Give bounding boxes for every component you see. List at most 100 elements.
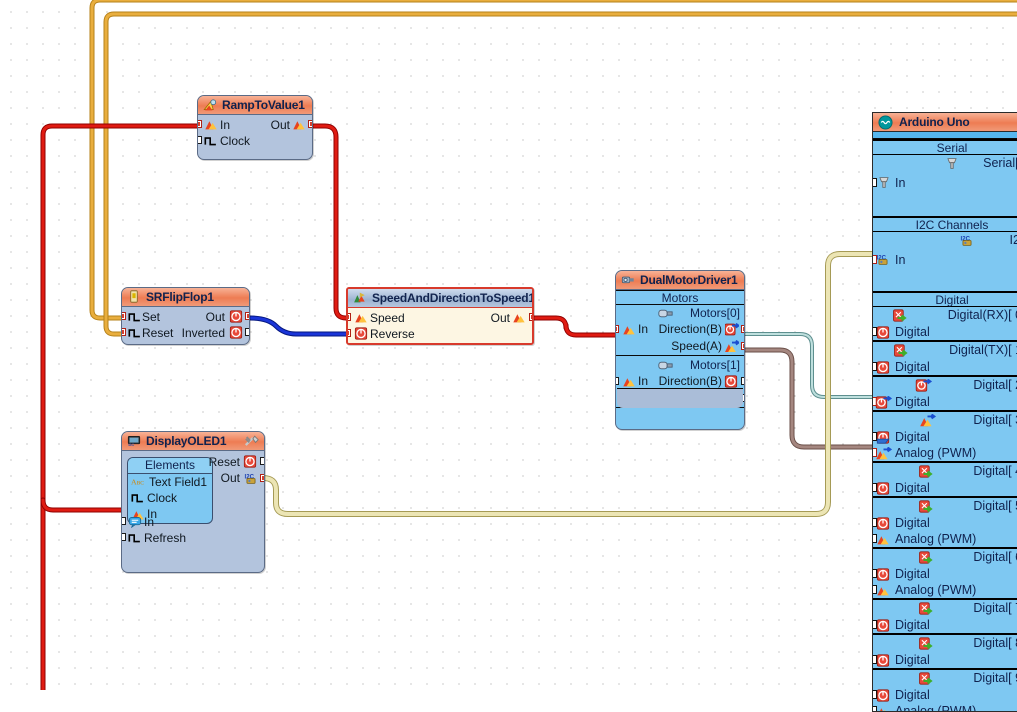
clock-pulse-icon xyxy=(204,137,216,146)
node-title-displayoled1[interactable]: I2C DisplayOLED1 xyxy=(122,432,264,451)
digital-out-icon xyxy=(875,396,892,409)
node-srflipflop1[interactable]: SRFlipFlop1 Set Out Reset Inverted xyxy=(121,287,250,345)
pin-row-digital-6: Digital xyxy=(873,566,1017,582)
group-name: Digital[ 9 ] xyxy=(973,671,1017,685)
group-digital-2: Digital[ 2 ] Digital xyxy=(873,375,1017,410)
pin-motor1-direction[interactable] xyxy=(741,377,744,385)
node-dualmotordriver1[interactable]: DualMotorDriver1 Motors Motors[0] In Dir… xyxy=(615,270,745,430)
digital-icon xyxy=(876,361,890,374)
group-title-digital-2: Digital[ 2 ] xyxy=(873,377,1017,394)
elements-item: Clock xyxy=(128,490,212,506)
digital-icon xyxy=(354,327,368,340)
pin-motor1-in[interactable] xyxy=(616,377,619,385)
node-speedanddirectiontospeed1[interactable]: SpeedAndDirectionToSpeed1 Speed Out Reve… xyxy=(346,287,534,345)
node-editor-canvas[interactable]: .w { fill:none; stroke-linecap:round; st… xyxy=(0,0,1017,712)
analog-out-icon xyxy=(725,340,739,352)
digital-out-icon xyxy=(725,323,739,336)
pin-out[interactable] xyxy=(308,120,312,128)
analog-icon xyxy=(513,314,525,323)
panel-arduino-uno[interactable]: Arduino Uno Serial Serial[0] In xyxy=(872,112,1017,712)
pin-label-set: Set xyxy=(142,310,161,324)
group-digital-8: Digital[ 8 ] Digital xyxy=(873,633,1017,668)
wire-ramp-to-speed xyxy=(310,123,349,321)
node-title-speedanddirectiontospeed1[interactable]: SpeedAndDirectionToSpeed1 xyxy=(348,289,532,308)
panel-spacer xyxy=(873,132,1017,139)
pin-inverted[interactable] xyxy=(245,328,249,336)
group-digital-3: Digital[ 3 ] Digital Analog (PWM) xyxy=(873,410,1017,461)
node-body-srflipflop1: Set Out Reset Inverted xyxy=(122,307,249,344)
pin-set[interactable] xyxy=(122,312,126,320)
clock-pulse-icon xyxy=(128,329,140,338)
pin-label-analog-pwm: Analog (PWM) xyxy=(895,532,977,546)
node-label: SpeedAndDirectionToSpeed1 xyxy=(372,291,534,305)
pin-motor0-in[interactable] xyxy=(616,325,619,333)
digital-icon xyxy=(876,689,890,702)
pin-row-digital-4: Digital xyxy=(873,480,1017,496)
node-row: Clock xyxy=(198,133,312,149)
pin-label-reset: Reset xyxy=(142,326,174,340)
panel-title-arduino-uno[interactable]: Arduino Uno xyxy=(873,113,1017,132)
analog-icon xyxy=(877,536,889,545)
i2c-icon: I2C xyxy=(877,255,888,265)
pin-label-analog-pwm: Analog (PWM) xyxy=(895,704,977,712)
section-digital: Digital xyxy=(873,291,1017,307)
node-row: Reverse xyxy=(348,326,532,342)
pin-row-analog-9: Analog (PWM) xyxy=(873,703,1017,712)
pin-label-i2c-in: In xyxy=(895,253,906,267)
pin-reverse[interactable] xyxy=(348,329,351,337)
pin-out[interactable] xyxy=(245,312,249,320)
group-title-digital-1: Digital(TX)[ 1 ] xyxy=(873,342,1017,359)
pin-label-direction-b: Direction(B) xyxy=(658,374,722,388)
group-name: Digital(RX)[ 0 ] xyxy=(947,308,1017,322)
group-name: Digital[ 8 ] xyxy=(973,636,1017,650)
digital-icon xyxy=(876,326,890,339)
digital-green-icon xyxy=(919,500,933,513)
node-ramptovalue1[interactable]: RampToValue1 In Out Clock xyxy=(197,95,313,160)
serial-icon xyxy=(947,158,957,169)
pin-label-speed-a: Speed(A) xyxy=(671,339,722,353)
node-label: DualMotorDriver1 xyxy=(640,273,738,287)
node-title-srflipflop1[interactable]: SRFlipFlop1 xyxy=(122,288,249,307)
svg-text:I2C: I2C xyxy=(128,442,134,447)
pin-label-out: Out xyxy=(490,311,510,325)
wire-analog-red-branch-oled xyxy=(40,497,125,513)
pin-out-i2c[interactable] xyxy=(260,474,264,482)
message-icon xyxy=(128,517,142,528)
digital-icon xyxy=(724,375,738,388)
section-i2c-channels: I2C Channels xyxy=(873,216,1017,232)
pin-motor0-speed[interactable] xyxy=(741,342,744,350)
serial-icon xyxy=(879,177,889,188)
pin-reset[interactable] xyxy=(260,457,264,465)
pin-speed[interactable] xyxy=(348,313,351,321)
node-label: SRFlipFlop1 xyxy=(146,290,214,304)
pin-in[interactable] xyxy=(198,120,202,128)
pin-out[interactable] xyxy=(529,313,532,321)
wire-speed-to-analog3 xyxy=(742,347,876,450)
tools-icon[interactable] xyxy=(244,434,260,449)
node-displayoled1[interactable]: I2C DisplayOLED1 Elements Aʙᴄ Text Field… xyxy=(121,431,265,573)
wire-speedout-to-motor-core xyxy=(532,316,617,337)
pin-refresh[interactable] xyxy=(122,533,126,541)
pin-clock[interactable] xyxy=(198,136,202,144)
pin-in[interactable] xyxy=(122,517,126,525)
pin-label-digital: Digital xyxy=(895,481,930,495)
digital-green-icon xyxy=(919,637,933,650)
node-row: Set Out xyxy=(122,309,249,325)
node-title-ramptovalue1[interactable]: RampToValue1 xyxy=(198,96,312,115)
pin-row-digital-2: Digital xyxy=(873,394,1017,410)
group-name: I2C xyxy=(1009,233,1017,247)
group-title-digital-5: Digital[ 5 ] xyxy=(873,498,1017,515)
pin-row-analog-6: Analog (PWM) xyxy=(873,582,1017,598)
analog-icon xyxy=(623,326,635,335)
arduino-infinity-icon xyxy=(878,115,893,130)
node-title-dualmotordriver1[interactable]: DualMotorDriver1 xyxy=(616,271,744,290)
node-row: Speed Out xyxy=(348,310,532,326)
pin-row-serial-in: In xyxy=(873,172,1017,194)
pin-label-serial-in: In xyxy=(895,176,906,190)
digital-blue-icon xyxy=(876,431,890,444)
pin-reset[interactable] xyxy=(122,328,126,336)
pin-label-in: In xyxy=(220,118,231,132)
node-row: Reset Inverted xyxy=(122,325,249,341)
pin-motor0-direction[interactable] xyxy=(741,325,744,333)
group-title-i2c: I2C I2C xyxy=(873,232,1017,249)
